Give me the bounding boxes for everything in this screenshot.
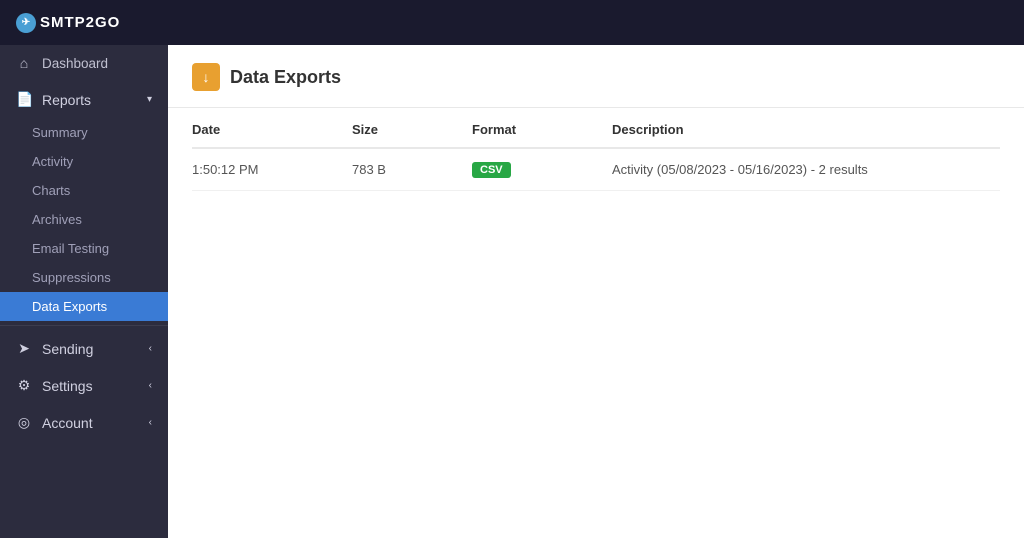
chevron-down-icon: ▾ (147, 94, 152, 105)
settings-icon: ⚙ (16, 377, 32, 394)
sidebar-item-email-testing[interactable]: Email Testing (0, 234, 168, 263)
sending-icon: ➤ (16, 340, 32, 357)
page-header: ↓ Data Exports (168, 45, 1024, 108)
sidebar-label-sending: Sending (42, 341, 93, 357)
sidebar-item-sending[interactable]: ➤ Sending ‹ (0, 330, 168, 367)
sidebar-item-summary[interactable]: Summary (0, 118, 168, 147)
chevron-account-icon: ‹ (149, 417, 152, 428)
dashboard-icon: ⌂ (16, 55, 32, 71)
table-container: Date Size Format Description 1:50:12 PM … (168, 108, 1024, 191)
export-size: 783 B (352, 148, 472, 191)
reports-icon: 📄 (16, 91, 32, 108)
chevron-sending-icon: ‹ (149, 343, 152, 354)
content-area: ↓ Data Exports Date Size Format Descript… (168, 45, 1024, 538)
col-header-format: Format (472, 108, 612, 148)
col-header-description: Description (612, 108, 1000, 148)
sidebar-item-data-exports[interactable]: Data Exports (0, 292, 168, 321)
table-header-row: Date Size Format Description (192, 108, 1000, 148)
top-bar: ✈ SMTP2GO (0, 0, 1024, 45)
sidebar-item-activity[interactable]: Activity (0, 147, 168, 176)
export-description: Activity (05/08/2023 - 05/16/2023) - 2 r… (612, 148, 1000, 191)
sidebar-label-summary: Summary (32, 125, 88, 140)
chevron-settings-icon: ‹ (149, 380, 152, 391)
sidebar-item-settings[interactable]: ⚙ Settings ‹ (0, 367, 168, 404)
sidebar-label-activity: Activity (32, 154, 73, 169)
sidebar-item-account[interactable]: ◎ Account ‹ (0, 404, 168, 441)
sidebar-item-reports[interactable]: 📄 Reports ▾ (0, 81, 168, 118)
main-content: ↓ Data Exports Date Size Format Descript… (168, 45, 1024, 538)
sidebar-label-account: Account (42, 415, 93, 431)
sidebar-item-dashboard[interactable]: ⌂ Dashboard (0, 45, 168, 81)
page-title: Data Exports (230, 67, 341, 88)
sidebar-label-email-testing: Email Testing (32, 241, 109, 256)
sidebar-item-suppressions[interactable]: Suppressions (0, 263, 168, 292)
page-title-icon: ↓ (192, 63, 220, 91)
logo-icon: ✈ (16, 13, 36, 33)
table-row: 1:50:12 PM 783 B CSV Activity (05/08/202… (192, 148, 1000, 191)
export-date: 1:50:12 PM (192, 148, 352, 191)
sidebar-item-archives[interactable]: Archives (0, 205, 168, 234)
sidebar-label-data-exports: Data Exports (32, 299, 107, 314)
layout: ⌂ Dashboard 📄 Reports ▾ Summary Activity… (0, 45, 1024, 538)
account-icon: ◎ (16, 414, 32, 431)
logo: ✈ SMTP2GO (16, 13, 120, 33)
sidebar-item-charts[interactable]: Charts (0, 176, 168, 205)
sidebar-label-suppressions: Suppressions (32, 270, 111, 285)
col-header-date: Date (192, 108, 352, 148)
sidebar-label-settings: Settings (42, 378, 93, 394)
logo-text: SMTP2GO (40, 14, 120, 31)
export-format: CSV (472, 148, 612, 191)
sidebar-divider-1 (0, 325, 168, 326)
sidebar: ⌂ Dashboard 📄 Reports ▾ Summary Activity… (0, 45, 168, 538)
col-header-size: Size (352, 108, 472, 148)
sidebar-label-archives: Archives (32, 212, 82, 227)
exports-table: Date Size Format Description 1:50:12 PM … (192, 108, 1000, 191)
sidebar-label-charts: Charts (32, 183, 70, 198)
sidebar-label-reports: Reports (42, 92, 91, 108)
sidebar-label-dashboard: Dashboard (42, 56, 108, 71)
csv-badge: CSV (472, 162, 511, 178)
